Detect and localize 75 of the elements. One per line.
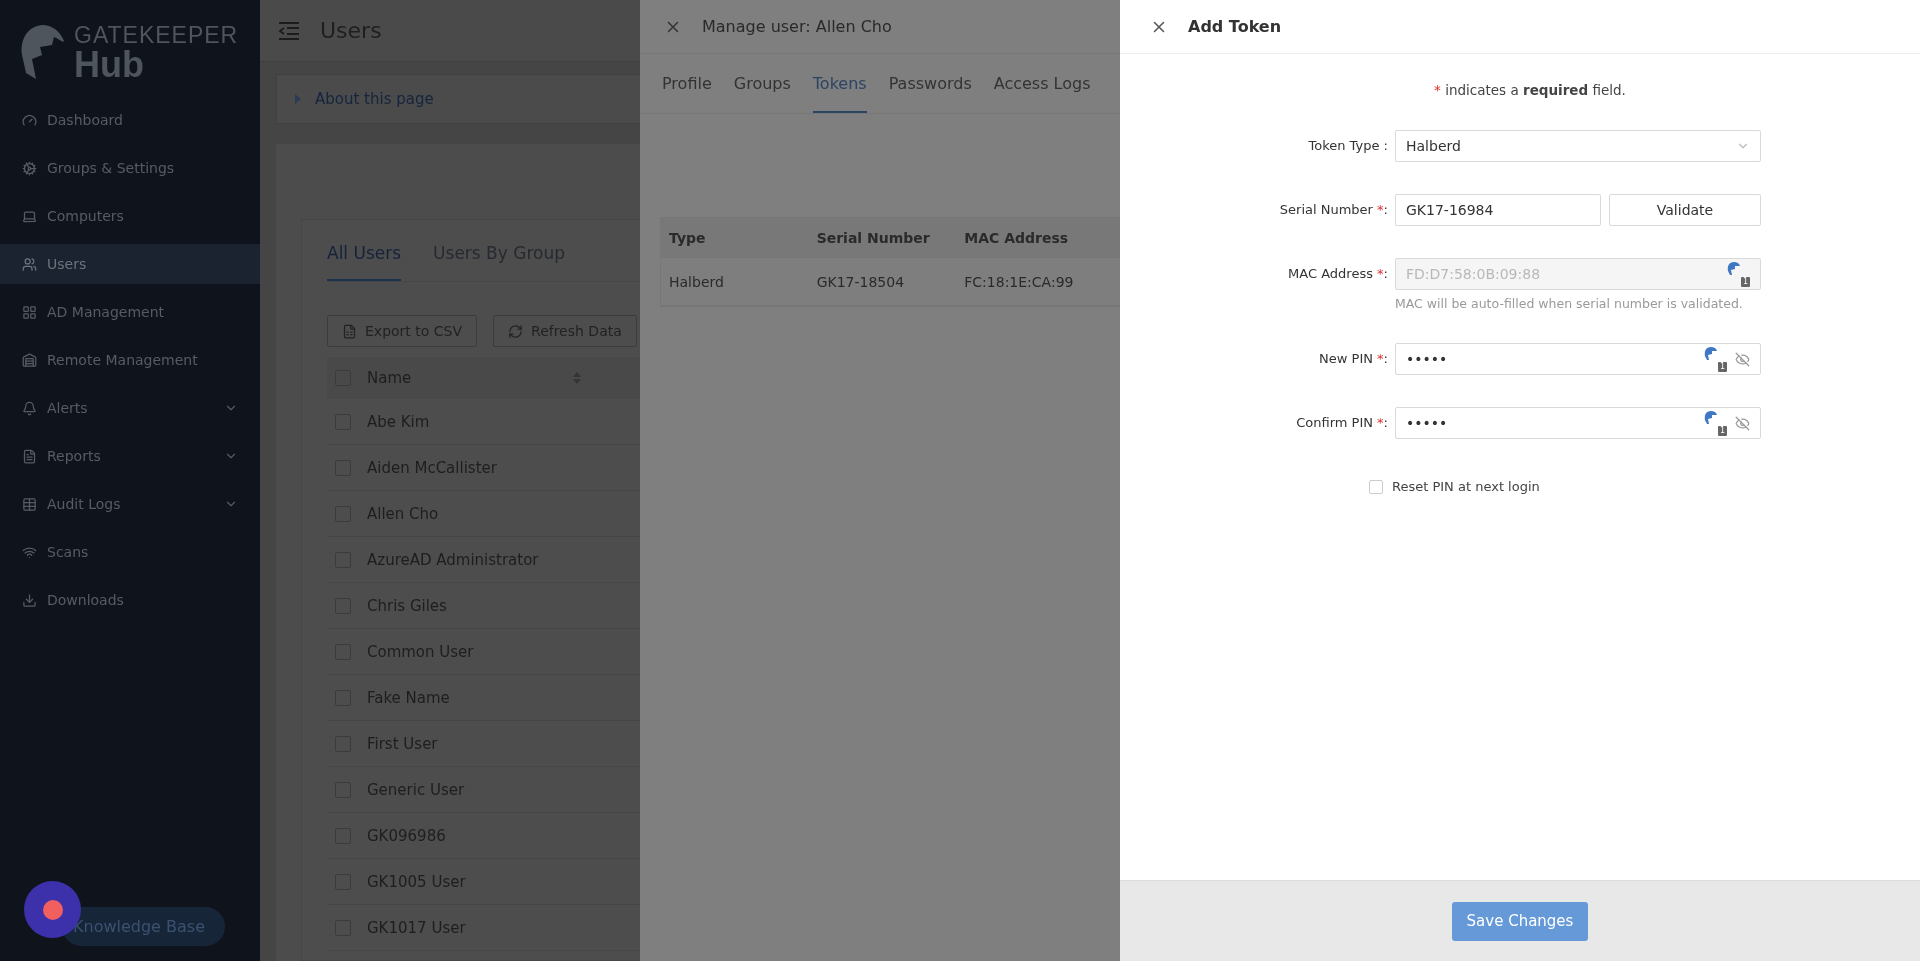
sidebar-item-label: Computers	[47, 208, 125, 224]
field-value: Halberd	[1406, 138, 1462, 154]
logo-text: Hub	[74, 46, 145, 83]
download-icon	[22, 592, 37, 608]
save-button[interactable]: Save Changes	[1451, 901, 1589, 941]
checkbox[interactable]	[1369, 479, 1383, 494]
sidebar-item-label: Users	[47, 256, 88, 272]
select-field[interactable]: Halberd	[1395, 130, 1761, 162]
drawer-tab[interactable]: Groups	[733, 74, 791, 113]
validate-button[interactable]: Validate	[1609, 194, 1761, 226]
field-label: MAC Address *:	[1287, 265, 1388, 283]
sidebar-item[interactable]: Reports	[0, 436, 260, 476]
sidebar-item[interactable]: Audit Logs	[0, 484, 260, 524]
column-header: Serial Number	[815, 229, 931, 246]
input-field[interactable]: GK17-16984	[1395, 194, 1601, 226]
sidebar-item[interactable]: Groups & Settings	[0, 148, 260, 188]
drawer-tab[interactable]: Profile	[662, 74, 712, 113]
grid-icon	[22, 304, 37, 320]
sidebar-item[interactable]: AD Management	[0, 292, 260, 332]
sidebar-item[interactable]: Remote Management	[0, 340, 260, 380]
input-field[interactable]: ••••• 1	[1395, 407, 1761, 439]
sidebar-item-label: Groups & Settings	[47, 160, 176, 176]
gears-icon	[22, 160, 37, 176]
sidebar-item[interactable]: Computers	[0, 196, 260, 236]
users-icon	[22, 256, 37, 272]
input-field[interactable]: ••••• 1	[1395, 343, 1761, 375]
field-value: •••••	[1406, 415, 1449, 431]
sidebar-item[interactable]: Scans	[0, 532, 260, 572]
drawer-tab[interactable]: Tokens	[812, 74, 867, 113]
eye-off-icon[interactable]	[1735, 351, 1750, 367]
required-note: * indicates a required field.	[1433, 82, 1627, 98]
sidebar-item-label: Audit Logs	[47, 496, 122, 512]
sidebar-item[interactable]: Users	[0, 244, 260, 284]
eye-off-icon[interactable]	[1735, 415, 1750, 431]
table-cell-text: Halberd	[668, 273, 725, 290]
drawer-title: Add Token	[1188, 17, 1282, 36]
checkbox-label: Reset PIN at next login	[1392, 479, 1540, 494]
field-label: Token Type :	[1307, 137, 1388, 155]
field-value: FD:D7:58:0B:09:88	[1406, 266, 1542, 282]
bell-icon	[22, 400, 37, 416]
wifi-icon	[22, 544, 37, 560]
sidebar-item-label: Reports	[47, 448, 102, 464]
users-tab[interactable]: All Users	[327, 243, 402, 281]
field-value: •••••	[1406, 351, 1449, 367]
sidebar-item-label: Downloads	[47, 592, 125, 608]
sidebar-item-label: AD Management	[47, 304, 166, 320]
building-icon	[22, 352, 37, 368]
drawer-tab[interactable]: Access Logs	[993, 74, 1091, 113]
sidebar-item-label: Alerts	[47, 400, 89, 416]
field-label: Confirm PIN *:	[1295, 414, 1388, 432]
menu-fold-icon[interactable]	[278, 21, 300, 40]
sidebar-item[interactable]: Alerts	[0, 388, 260, 428]
table-cell-text: GK17-18504	[815, 273, 906, 290]
table-icon	[22, 496, 37, 512]
sidebar-item-label: Scans	[47, 544, 90, 560]
help-text: MAC will be auto-filled when serial number is validated.	[1395, 296, 1744, 311]
field-value: GK17-16984	[1406, 202, 1495, 218]
column-header: Type	[668, 229, 707, 246]
laptop-icon	[22, 208, 37, 224]
sidebar-item[interactable]: Dashboard	[0, 100, 260, 140]
logo-text: GATEKEEPER	[74, 23, 239, 47]
refresh-icon	[508, 323, 524, 339]
drawer-title: Manage user: Allen Cho	[702, 17, 892, 36]
field-label: Serial Number *:	[1278, 201, 1388, 219]
sidebar-item-label: Dashboard	[47, 112, 124, 128]
sidebar-item[interactable]: Downloads	[0, 580, 260, 620]
table-cell-text: FC:18:1E:CA:99	[963, 273, 1075, 290]
column-header: MAC Address	[963, 229, 1070, 246]
drawer-tab[interactable]: Passwords	[888, 74, 972, 113]
document-icon	[22, 448, 37, 464]
spreadsheet-file-icon	[342, 323, 357, 339]
field-label: New PIN *:	[1318, 350, 1388, 368]
caret-right-icon	[295, 94, 301, 104]
sidebar-item-label: Remote Management	[47, 352, 199, 368]
gauge-icon	[22, 112, 37, 128]
